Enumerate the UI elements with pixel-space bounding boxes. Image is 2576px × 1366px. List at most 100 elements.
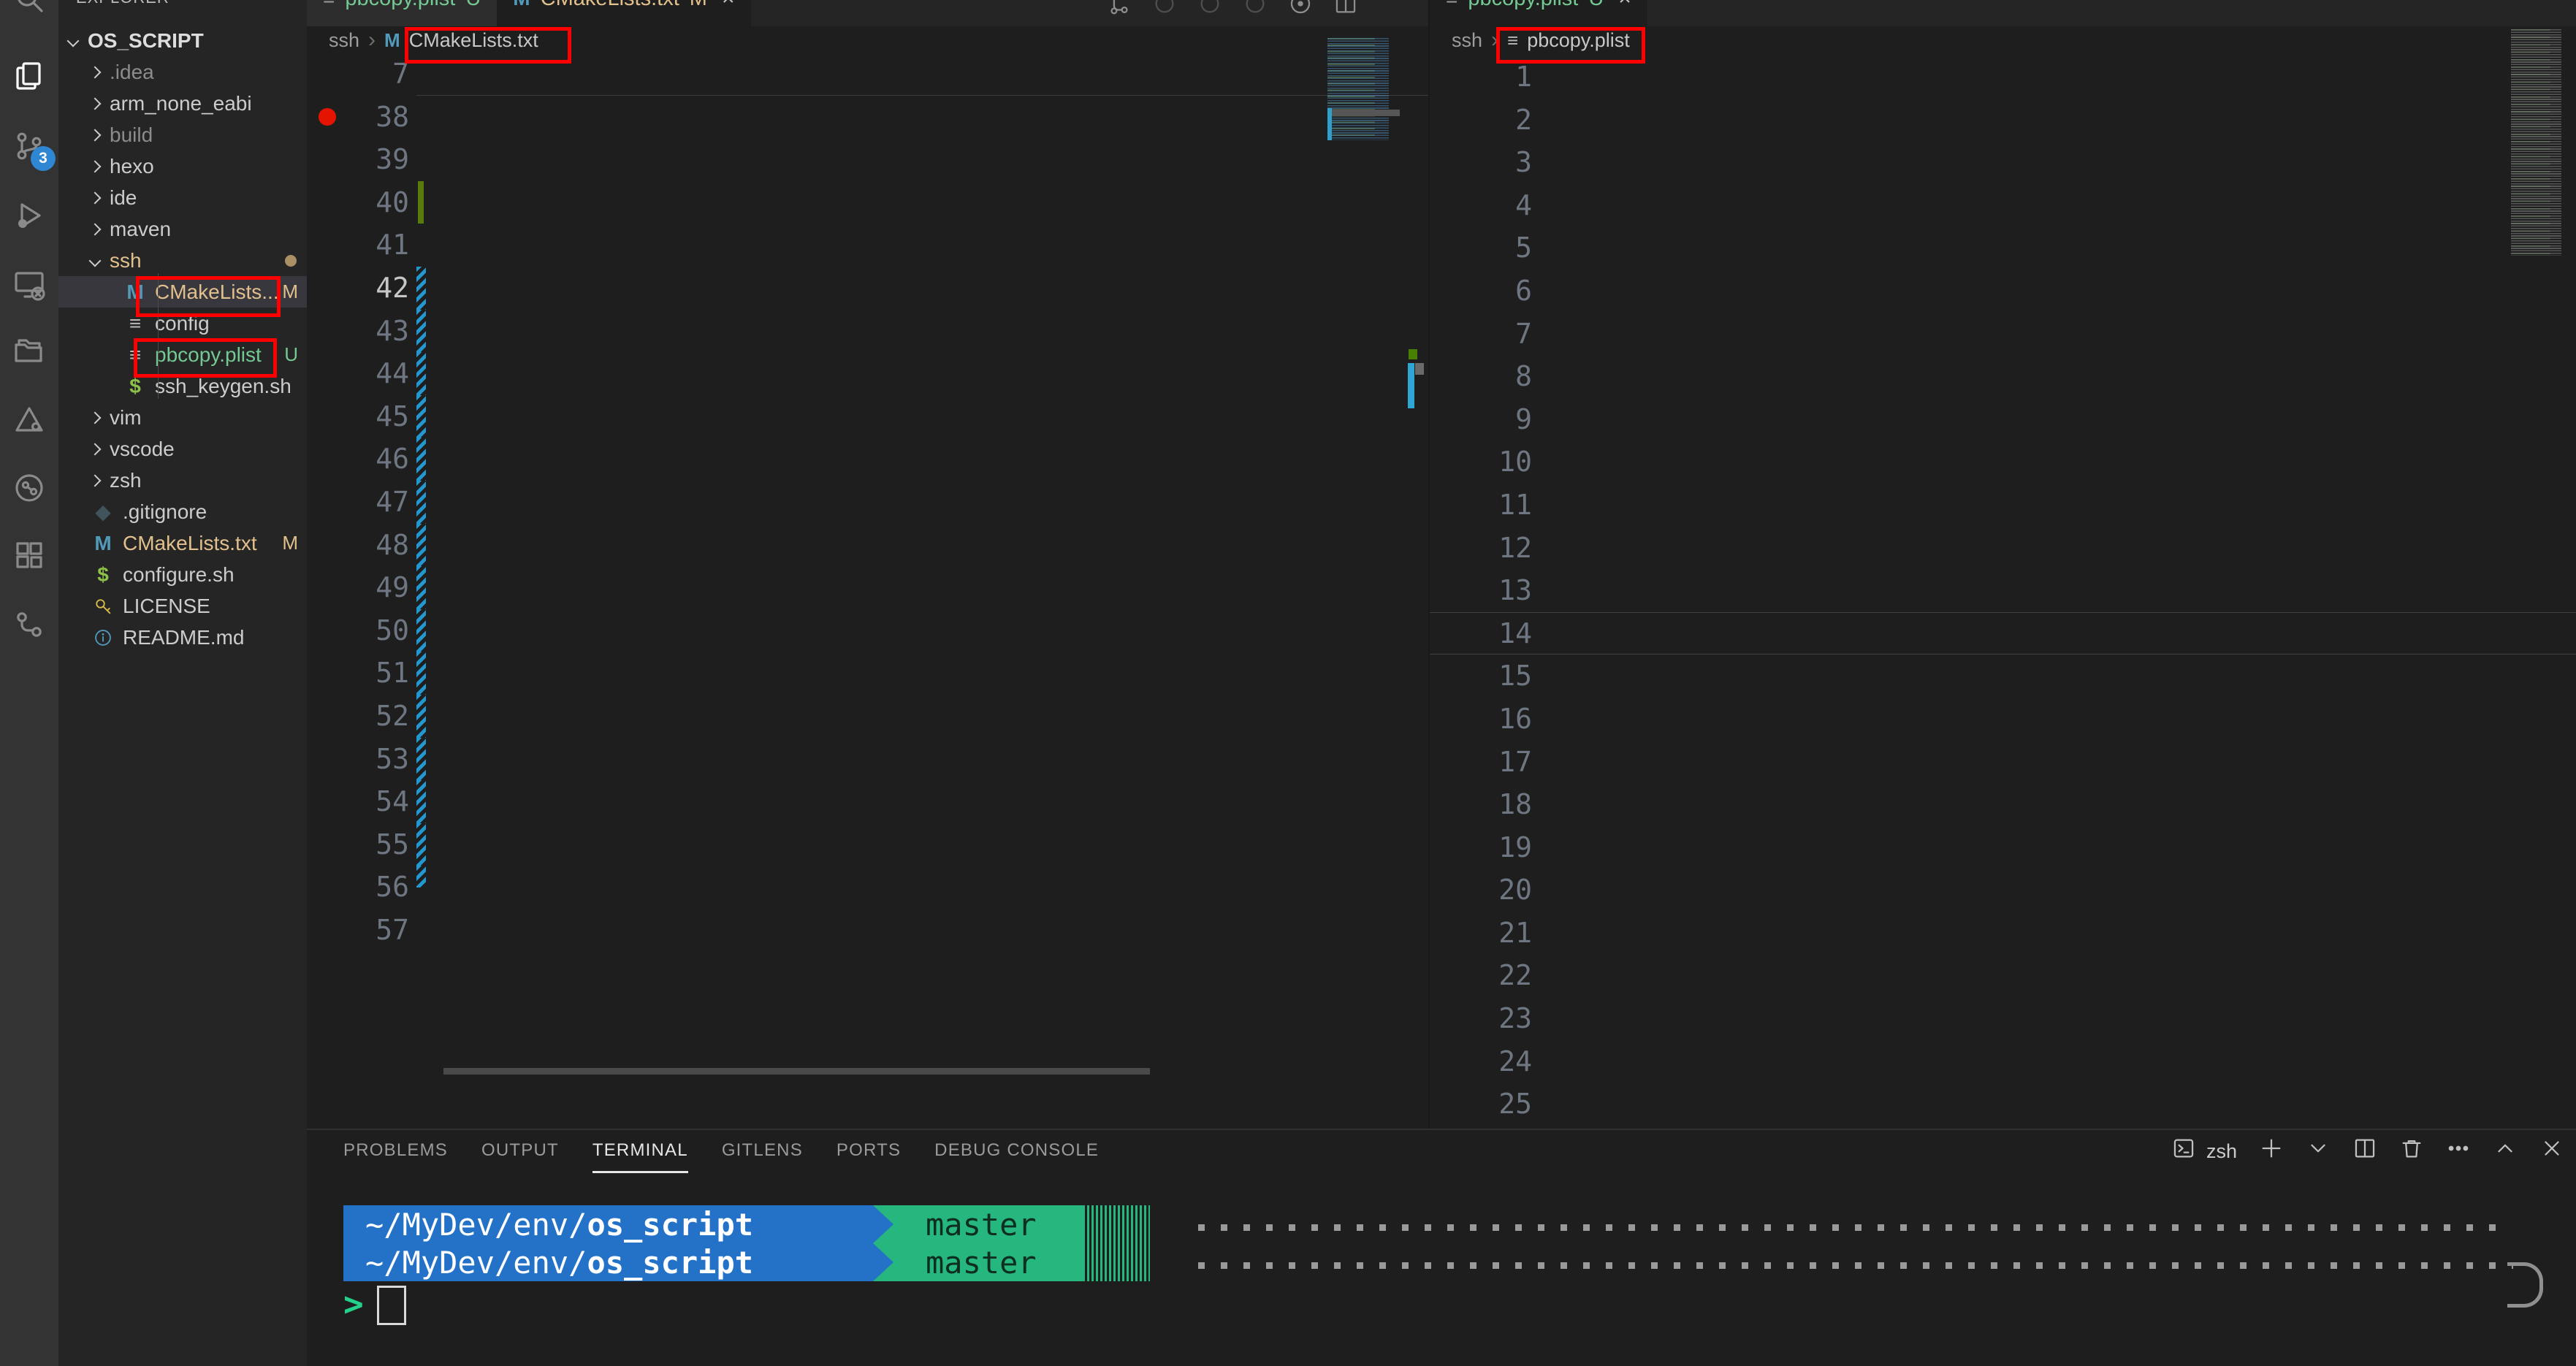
maximize-panel-button[interactable] <box>2493 1136 2518 1167</box>
chevron-right-icon[interactable] <box>89 443 102 455</box>
tree-item-.idea[interactable]: .idea <box>58 56 307 88</box>
terminal[interactable]: ~/MyDev/env/os_script master ~/MyDev/env… <box>307 1199 2576 1366</box>
scrollbar-grip[interactable] <box>1415 363 1424 375</box>
tree-item-vim[interactable]: vim <box>58 402 307 433</box>
code-line-55[interactable]: 55 <box>307 823 1428 866</box>
code-line-43[interactable]: 43 <box>307 310 1428 353</box>
code-line-6[interactable]: 6 <box>1430 270 2576 313</box>
code-line-48[interactable]: 48 <box>307 524 1428 567</box>
split-terminal-button[interactable] <box>2352 1136 2377 1167</box>
terminal-dropdown[interactable] <box>2306 1136 2331 1167</box>
tree-item-arm_none_eabi[interactable]: arm_none_eabi <box>58 88 307 119</box>
git-graph-icon[interactable] <box>12 607 47 642</box>
code-line-23[interactable]: 23 <box>1430 997 2576 1040</box>
compare-icon[interactable] <box>1107 0 1132 20</box>
right-code-area[interactable]: 1234567891011121314151617181920212223242… <box>1430 56 2576 1129</box>
code-line-9[interactable]: 9 <box>1430 398 2576 441</box>
run-debug-icon[interactable] <box>12 198 47 233</box>
chevron-right-icon[interactable] <box>89 160 102 172</box>
tree-item-hexo[interactable]: hexo <box>58 150 307 182</box>
code-line-41[interactable]: 41 <box>307 224 1428 267</box>
code-line-20[interactable]: 20 <box>1430 869 2576 912</box>
code-line-18[interactable]: 18 <box>1430 783 2576 826</box>
code-line-2[interactable]: 2 <box>1430 99 2576 142</box>
chevron-right-icon[interactable] <box>89 129 102 141</box>
code-line-45[interactable]: 45 <box>307 395 1428 438</box>
code-line-13[interactable]: 13 <box>1430 569 2576 612</box>
search-icon[interactable] <box>12 0 47 16</box>
ghost-icon[interactable] <box>1243 0 1268 20</box>
code-line-10[interactable]: 10 <box>1430 440 2576 484</box>
ghost-icon[interactable] <box>1197 0 1222 20</box>
code-line-11[interactable]: 11 <box>1430 484 2576 527</box>
tree-item-configure.sh[interactable]: $configure.sh <box>58 559 307 590</box>
tree-item-.gitignore[interactable]: ◆.gitignore <box>58 496 307 527</box>
close-icon[interactable]: × <box>722 0 735 11</box>
panel-tab-ports[interactable]: PORTS <box>837 1140 901 1173</box>
split-editor-icon[interactable] <box>1333 0 1358 20</box>
code-line-54[interactable]: 54 <box>307 780 1428 823</box>
code-line-19[interactable]: 19 <box>1430 826 2576 869</box>
panel-tab-output[interactable]: OUTPUT <box>481 1140 559 1173</box>
code-line-14[interactable]: 14 <box>1430 612 2576 655</box>
code-line-7[interactable]: 7 <box>1430 313 2576 356</box>
more-actions-button[interactable] <box>2446 1136 2471 1167</box>
tree-item-readme.md[interactable]: README.md <box>58 622 307 653</box>
code-line-44[interactable]: 44 <box>307 352 1428 395</box>
chevron-right-icon[interactable] <box>89 191 102 204</box>
new-terminal-button[interactable] <box>2259 1136 2284 1167</box>
code-line-47[interactable]: 47 <box>307 481 1428 524</box>
explorer-icon[interactable] <box>12 59 47 94</box>
chevron-right-icon[interactable] <box>89 411 102 424</box>
tree-item-os_script[interactable]: OS_SCRIPT <box>58 25 307 56</box>
chevron-down-icon[interactable] <box>67 34 80 47</box>
left-code-area[interactable]: 7383940414243444546474849505152535455565… <box>307 53 1428 1121</box>
close-icon[interactable]: × <box>1618 0 1631 11</box>
code-line-8[interactable]: 8 <box>1430 355 2576 398</box>
code-line-16[interactable]: 16 <box>1430 698 2576 741</box>
breadcrumb-folder[interactable]: ssh <box>329 29 359 52</box>
tab-cmakelists.txt[interactable]: MCMakeLists.txtM× <box>497 0 750 26</box>
code-line-51[interactable]: 51 <box>307 652 1428 695</box>
close-panel-button[interactable] <box>2539 1136 2564 1167</box>
ghost-icon[interactable] <box>1152 0 1177 20</box>
tree-item-vscode[interactable]: vscode <box>58 433 307 465</box>
code-line-15[interactable]: 15 <box>1430 655 2576 698</box>
source-control-icon[interactable]: 3 <box>12 129 47 164</box>
chevron-right-icon[interactable] <box>89 474 102 487</box>
tree-item-cmakelists.txt[interactable]: MCMakeLists.txtM <box>58 527 307 559</box>
tree-item-zsh[interactable]: zsh <box>58 465 307 496</box>
code-line-38[interactable]: 38 <box>307 96 1428 139</box>
chevron-right-icon[interactable] <box>89 223 102 235</box>
code-line-12[interactable]: 12 <box>1430 527 2576 570</box>
panel-tab-terminal[interactable]: TERMINAL <box>592 1140 688 1173</box>
remote-explorer-icon[interactable] <box>12 267 47 302</box>
code-map-icon[interactable] <box>12 470 47 505</box>
build-tools-icon[interactable] <box>12 402 47 438</box>
circle-dot-icon[interactable] <box>1288 0 1313 20</box>
code-line-50[interactable]: 50 <box>307 609 1428 652</box>
panel-tab-gitlens[interactable]: GITLENS <box>722 1140 803 1173</box>
panel-tab-debug-console[interactable]: DEBUG CONSOLE <box>934 1140 1099 1173</box>
code-line-3[interactable]: 3 <box>1430 141 2576 184</box>
code-line-52[interactable]: 52 <box>307 695 1428 738</box>
code-line-53[interactable]: 53 <box>307 738 1428 781</box>
code-line-39[interactable]: 39 <box>307 138 1428 181</box>
tree-item-ide[interactable]: ide <box>58 182 307 213</box>
code-line-40[interactable]: 40 <box>307 181 1428 224</box>
project-folders-icon[interactable] <box>12 333 47 368</box>
code-line-21[interactable]: 21 <box>1430 912 2576 955</box>
breadcrumb-folder[interactable]: ssh <box>1452 29 1482 52</box>
code-line-17[interactable]: 17 <box>1430 741 2576 784</box>
extensions-icon[interactable] <box>12 538 47 573</box>
code-line-49[interactable]: 49 <box>307 566 1428 609</box>
right-minimap[interactable] <box>2511 29 2572 256</box>
code-line-46[interactable]: 46 <box>307 438 1428 481</box>
kill-terminal-button[interactable] <box>2399 1136 2424 1167</box>
code-line-24[interactable]: 24 <box>1430 1040 2576 1083</box>
tree-item-maven[interactable]: maven <box>58 213 307 245</box>
code-line-5[interactable]: 5 <box>1430 226 2576 270</box>
code-line-25[interactable]: 25 <box>1430 1083 2576 1126</box>
tab-pbcopy.plist[interactable]: ≡pbcopy.plistU <box>307 0 497 26</box>
editor-group-sash[interactable] <box>1428 0 1430 1129</box>
